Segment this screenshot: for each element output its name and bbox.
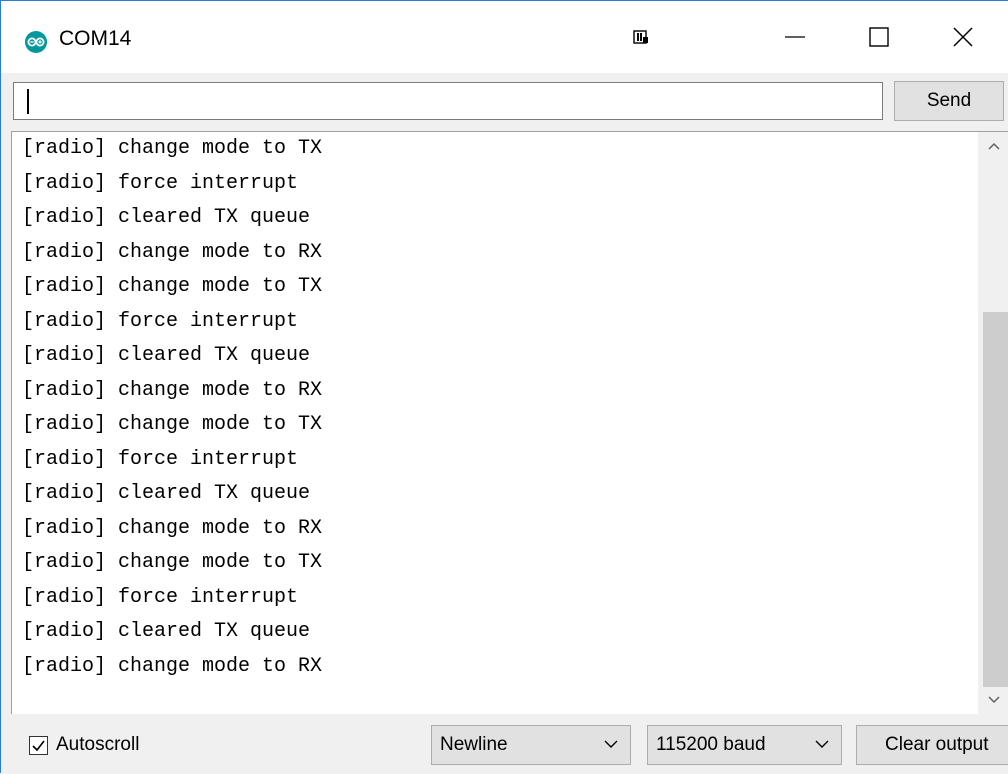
bottom-bar: Autoscroll Newline 115200 baud Clear out… (1, 714, 1008, 774)
output-line: [radio] force interrupt (22, 309, 299, 333)
window-title: COM14 (59, 27, 132, 50)
input-row: Send (1, 73, 1008, 131)
scroll-thumb[interactable] (983, 312, 1008, 687)
output-line: [radio] change mode to RX (22, 516, 323, 540)
baud-rate-value: 115200 baud (656, 734, 766, 755)
output-line: [radio] change mode to TX (22, 137, 323, 160)
send-button[interactable]: Send (894, 81, 1004, 121)
checkmark-icon (32, 740, 45, 751)
minimize-icon (785, 36, 805, 38)
maximize-button[interactable] (837, 1, 921, 73)
maximize-icon (869, 27, 889, 47)
minimize-button[interactable] (753, 1, 837, 73)
output-line: [radio] force interrupt (22, 171, 299, 195)
scroll-down-button[interactable] (978, 686, 1008, 714)
autoscroll-label: Autoscroll (56, 734, 140, 755)
output-line: [radio] change mode to TX (22, 275, 323, 298)
snap-icon (633, 30, 648, 44)
baud-rate-select[interactable]: 115200 baud (647, 725, 842, 765)
output-line: [radio] change mode to RX (22, 378, 323, 402)
autoscroll-toggle[interactable]: Autoscroll (29, 734, 139, 756)
chevron-up-icon (987, 142, 1000, 150)
output-line: [radio] force interrupt (22, 585, 299, 609)
output-line: [radio] change mode to RX (22, 240, 323, 264)
serial-output[interactable]: [radio] change mode to TX [radio] force i… (11, 131, 1008, 714)
output-line: [radio] cleared TX queue (22, 206, 311, 229)
chevron-down-icon (987, 696, 1000, 704)
serial-input[interactable] (13, 82, 883, 120)
close-button[interactable] (921, 1, 1005, 73)
window-snap-button[interactable] (599, 1, 683, 73)
output-line: [radio] change mode to TX (22, 413, 323, 436)
output-line: [radio] cleared TX queue (22, 344, 311, 367)
autoscroll-checkbox[interactable] (29, 735, 48, 755)
chevron-down-icon (604, 740, 618, 748)
serial-monitor-window: COM14 Send [radio] change mode to TX [ra… (0, 0, 1008, 774)
title-bar[interactable]: COM14 (1, 1, 1008, 73)
clear-output-button[interactable]: Clear output (856, 725, 1008, 765)
vertical-scrollbar[interactable] (978, 132, 1008, 714)
output-lines: [radio] change mode to TX [radio] force i… (22, 137, 322, 689)
output-line: [radio] cleared TX queue (22, 620, 311, 643)
output-line: [radio] force interrupt (22, 447, 299, 471)
scroll-up-button[interactable] (978, 132, 1008, 160)
line-ending-select[interactable]: Newline (431, 725, 631, 765)
chevron-down-icon (815, 740, 829, 748)
output-line: [radio] cleared TX queue (22, 482, 311, 505)
output-line: [radio] change mode to TX (22, 551, 323, 574)
text-caret (27, 89, 29, 114)
output-line: [radio] change mode to RX (22, 654, 323, 678)
arduino-logo-icon (25, 31, 47, 53)
line-ending-value: Newline (440, 734, 508, 755)
close-icon (953, 27, 973, 47)
